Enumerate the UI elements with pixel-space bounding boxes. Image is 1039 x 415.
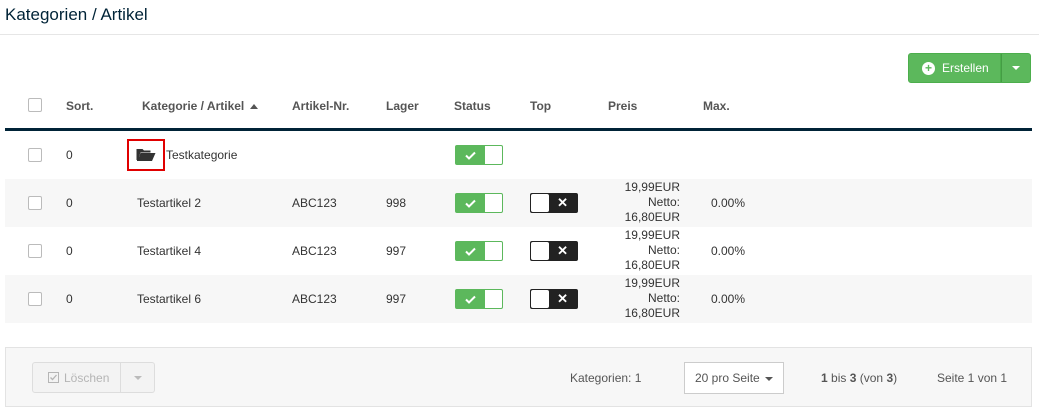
top-toggle[interactable]: ✕ bbox=[530, 241, 578, 261]
price-net: 16,80EUR bbox=[624, 258, 680, 272]
table-row[interactable]: 0 Testartikel 6 ABC123 997 ✕ 19,99EUR Ne… bbox=[5, 275, 1032, 323]
article-max: 0.00% bbox=[711, 196, 746, 210]
status-toggle-on bbox=[456, 290, 485, 308]
table-footer: Löschen Kategorien: 1 20 pro Seite 1 bis… bbox=[5, 347, 1032, 407]
folder-highlight-box[interactable] bbox=[127, 139, 165, 171]
range-to: 3 bbox=[849, 371, 857, 385]
status-toggle[interactable] bbox=[455, 289, 503, 309]
status-toggle-on bbox=[456, 242, 485, 260]
status-toggle[interactable] bbox=[455, 241, 503, 261]
article-stock: 997 bbox=[386, 244, 407, 258]
top-toggle[interactable]: ✕ bbox=[530, 193, 578, 213]
check-icon bbox=[465, 247, 476, 256]
status-toggle[interactable] bbox=[455, 193, 503, 213]
price-net-label: Netto: bbox=[647, 291, 680, 305]
delete-button-label: Löschen bbox=[64, 370, 110, 385]
row-sort: 0 bbox=[66, 292, 73, 306]
select-all-checkbox[interactable] bbox=[28, 98, 42, 112]
article-price: 19,99EUR Netto: 16,80EUR bbox=[605, 180, 680, 225]
price-net-label: Netto: bbox=[647, 195, 680, 209]
table-header: Sort. Kategorie / Artikel Artikel-Nr. La… bbox=[5, 88, 1032, 131]
status-toggle[interactable] bbox=[455, 145, 503, 165]
categories-count: Kategorien: 1 bbox=[570, 371, 642, 385]
top-toggle[interactable]: ✕ bbox=[530, 289, 578, 309]
article-no: ABC123 bbox=[292, 196, 337, 210]
per-page-select[interactable]: 20 pro Seite bbox=[684, 362, 784, 394]
article-price: 19,99EUR Netto: 16,80EUR bbox=[605, 228, 680, 273]
page-title: Kategorien / Artikel bbox=[5, 5, 148, 24]
row-sort: 0 bbox=[66, 244, 73, 258]
header-sort[interactable]: Sort. bbox=[66, 99, 93, 113]
folder-open-icon bbox=[136, 149, 156, 161]
sort-ascending-icon bbox=[250, 104, 259, 109]
articles-table: Sort. Kategorie / Artikel Artikel-Nr. La… bbox=[5, 88, 1032, 323]
status-toggle-on bbox=[456, 194, 485, 212]
price-gross: 19,99EUR bbox=[624, 228, 680, 242]
check-icon bbox=[465, 199, 476, 208]
page-info: Seite 1 von 1 bbox=[937, 371, 1008, 385]
x-icon: ✕ bbox=[557, 243, 568, 258]
article-max: 0.00% bbox=[711, 244, 746, 258]
create-button-label: Erstellen bbox=[942, 61, 989, 75]
x-icon: ✕ bbox=[557, 291, 568, 306]
range-from: 1 bbox=[821, 371, 828, 385]
header-top[interactable]: Top bbox=[530, 99, 551, 113]
x-icon: ✕ bbox=[557, 195, 568, 210]
range-von: (von bbox=[859, 371, 884, 385]
article-max: 0.00% bbox=[711, 292, 746, 306]
header-max[interactable]: Max. bbox=[703, 99, 730, 113]
delete-dropdown-toggle[interactable] bbox=[121, 362, 155, 393]
header-category-article-label: Kategorie / Artikel bbox=[142, 99, 245, 113]
row-sort: 0 bbox=[66, 148, 73, 162]
category-name[interactable]: Testkategorie bbox=[166, 148, 237, 162]
row-checkbox[interactable] bbox=[28, 244, 42, 258]
row-checkbox[interactable] bbox=[28, 292, 42, 306]
table-row[interactable]: 0 Testartikel 4 ABC123 997 ✕ 19,99EUR Ne… bbox=[5, 227, 1032, 275]
price-gross: 19,99EUR bbox=[624, 276, 680, 290]
check-icon bbox=[465, 151, 476, 160]
article-stock: 997 bbox=[386, 292, 407, 306]
price-net: 16,80EUR bbox=[624, 210, 680, 224]
article-name[interactable]: Testartikel 6 bbox=[137, 292, 201, 306]
article-price: 19,99EUR Netto: 16,80EUR bbox=[605, 276, 680, 321]
caret-down-icon bbox=[133, 375, 142, 380]
header-article-no[interactable]: Artikel-Nr. bbox=[292, 99, 349, 113]
status-toggle-on bbox=[456, 146, 485, 164]
top-toggle-knob bbox=[531, 290, 549, 308]
title-divider bbox=[0, 34, 1039, 35]
plus-circle-icon: + bbox=[922, 61, 935, 75]
table-row[interactable]: 0 Testartikel 2 ABC123 998 ✕ 19,99EUR Ne… bbox=[5, 179, 1032, 227]
checkbox-check-icon bbox=[48, 372, 59, 383]
header-category-article[interactable]: Kategorie / Artikel bbox=[142, 99, 259, 113]
article-stock: 998 bbox=[386, 196, 407, 210]
article-name[interactable]: Testartikel 2 bbox=[137, 196, 201, 210]
per-page-value: 20 pro Seite bbox=[695, 371, 760, 385]
caret-down-icon bbox=[1012, 66, 1020, 70]
header-price[interactable]: Preis bbox=[608, 99, 637, 113]
create-button[interactable]: + Erstellen bbox=[908, 53, 1001, 83]
create-dropdown-toggle[interactable] bbox=[1001, 53, 1031, 83]
header-stock[interactable]: Lager bbox=[386, 99, 419, 113]
chevron-down-icon bbox=[765, 377, 773, 381]
row-checkbox[interactable] bbox=[28, 196, 42, 210]
check-icon bbox=[465, 295, 476, 304]
article-no: ABC123 bbox=[292, 244, 337, 258]
row-checkbox[interactable] bbox=[28, 148, 42, 162]
table-row-category[interactable]: 0 Testkategorie bbox=[5, 131, 1032, 179]
result-range: 1 bis 3 (von 3) bbox=[821, 371, 897, 385]
price-gross: 19,99EUR bbox=[624, 180, 680, 194]
top-toggle-knob bbox=[531, 242, 549, 260]
create-button-group: + Erstellen bbox=[908, 53, 1031, 83]
delete-button[interactable]: Löschen bbox=[32, 362, 121, 393]
range-bis: bis bbox=[831, 371, 847, 385]
range-close: ) bbox=[893, 371, 898, 385]
price-net: 16,80EUR bbox=[624, 306, 680, 320]
price-net-label: Netto: bbox=[647, 243, 680, 257]
article-name[interactable]: Testartikel 4 bbox=[137, 244, 201, 258]
top-toggle-knob bbox=[531, 194, 549, 212]
row-sort: 0 bbox=[66, 196, 73, 210]
article-no: ABC123 bbox=[292, 292, 337, 306]
header-status[interactable]: Status bbox=[454, 99, 491, 113]
